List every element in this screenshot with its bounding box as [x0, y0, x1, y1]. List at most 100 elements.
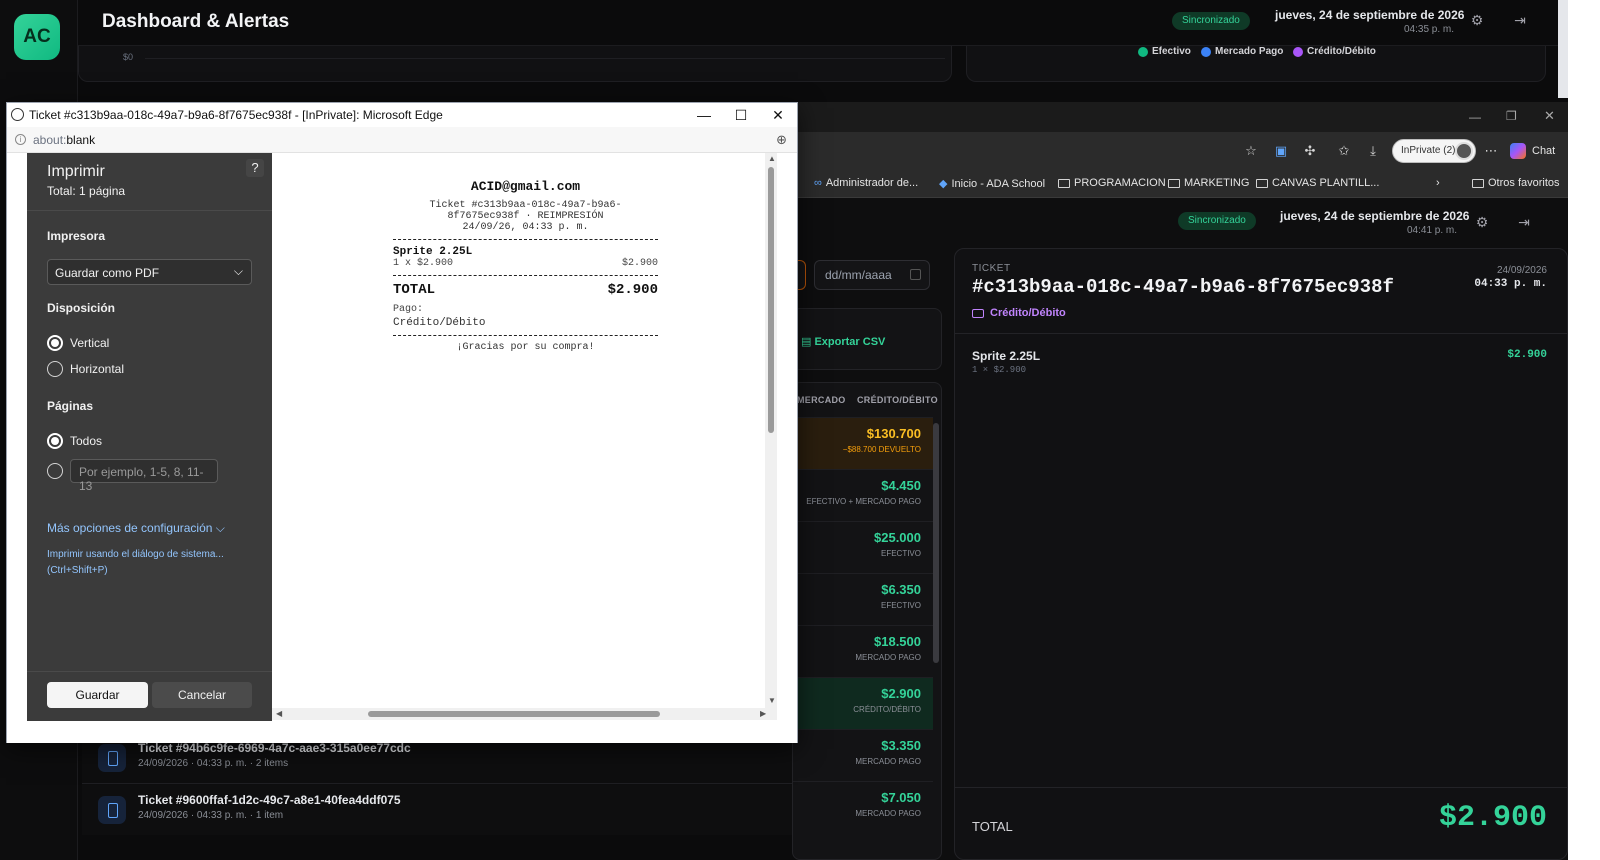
cancel-button[interactable]: Cancelar: [152, 682, 252, 708]
bookmark-marketing[interactable]: MARKETING: [1168, 177, 1249, 189]
pages-custom-radio[interactable]: [47, 463, 63, 479]
layout-horizontal-radio[interactable]: Horizontal: [47, 361, 124, 377]
url-text: about:blank: [33, 133, 96, 147]
table-row[interactable]: $130.700 −$88.700 DEVUELTO: [793, 417, 933, 469]
table-row[interactable]: $25.000 EFECTIVO: [793, 521, 933, 573]
preview-horizontal-scrollbar[interactable]: ◀ ▶: [272, 708, 777, 720]
extensions-icon[interactable]: ✣: [1302, 143, 1318, 159]
minimize-icon[interactable]: —: [1469, 110, 1481, 124]
zoom-icon[interactable]: ⊕: [776, 132, 787, 148]
pages-all-radio[interactable]: Todos: [47, 433, 102, 449]
copilot-chat-button[interactable]: Chat: [1510, 143, 1555, 159]
save-button[interactable]: Guardar: [47, 682, 148, 708]
logout-icon[interactable]: ⇥: [1516, 214, 1532, 230]
avatar: [1455, 142, 1473, 160]
close-icon[interactable]: ✕: [1544, 108, 1555, 124]
layout-vertical-radio[interactable]: Vertical: [47, 335, 109, 351]
table-row[interactable]: $6.350 EFECTIVO: [793, 573, 933, 625]
screen-edge: [1568, 0, 1600, 860]
print-settings-panel: Imprimir Total: 1 página ? Impresora Gua…: [27, 153, 272, 721]
more-settings-link[interactable]: Más opciones de configuración ⌵: [47, 521, 225, 536]
maximize-icon[interactable]: ☐: [732, 106, 750, 124]
print-title: Imprimir: [47, 163, 105, 180]
receipt-pay-label: Pago:: [393, 304, 424, 315]
window-title: Ticket #c313b9aa-018c-49a7-b9a6-8f7675ec…: [29, 108, 443, 122]
radio-unselected[interactable]: [47, 463, 63, 479]
folder-icon: [1256, 178, 1268, 188]
window-titlebar: Ticket #c313b9aa-018c-49a7-b9a6-8f7675ec…: [7, 103, 797, 127]
scroll-right-icon[interactable]: ▶: [760, 709, 766, 718]
bookmark-canvas[interactable]: CANVAS PLANTILL...: [1256, 177, 1379, 189]
download-icon[interactable]: ⤓: [1365, 143, 1381, 159]
radio-unselected[interactable]: [47, 361, 63, 377]
scroll-thumb[interactable]: [368, 711, 660, 717]
scroll-down-icon[interactable]: ▼: [768, 696, 776, 705]
column-header-credito: CRÉDITO/DÉBITO: [857, 395, 938, 405]
meta-icon: ∞: [814, 177, 822, 189]
scroll-up-icon[interactable]: ▲: [768, 154, 776, 163]
table-row[interactable]: $7.050 MERCADO PAGO: [793, 781, 933, 833]
card-icon: [972, 308, 984, 318]
star-icon[interactable]: ☆: [1243, 143, 1259, 159]
chart-axis-label: $0: [123, 52, 134, 62]
item-qty: 1 × $2.900: [972, 365, 1027, 375]
more-icon[interactable]: ⋯: [1483, 143, 1499, 159]
inprivate-button[interactable]: InPrivate (2): [1392, 139, 1476, 163]
table-scrollbar[interactable]: [933, 423, 939, 663]
preview-vertical-scrollbar[interactable]: ▲ ▼: [765, 153, 777, 708]
system-dialog-link[interactable]: Imprimir usando el diálogo de sistema...…: [47, 547, 224, 579]
bookmark-ada-school[interactable]: ◆ Inicio - ADA School: [939, 177, 1045, 191]
dashed-divider: [393, 335, 658, 336]
export-csv-button[interactable]: ▤ Exportar CSV: [801, 335, 885, 348]
edge-window-dashboard: — ❐ ✕ ☆ ▣ ✣ ✩ ⤓ InPrivate (2) ⋯ Chat ∞ Ad…: [792, 102, 1568, 860]
current-date: jueves, 24 de septiembre de 2026: [1275, 8, 1465, 22]
table-row[interactable]: $4.450 EFECTIVO + MERCADO PAGO: [793, 469, 933, 521]
print-preview: ACID@gmail.com Ticket #c313b9aa-018c-49a…: [272, 153, 765, 708]
gear-icon[interactable]: ⚙: [1474, 214, 1490, 230]
sales-table: MERCADO CRÉDITO/DÉBITO $130.700 −$88.700 …: [792, 382, 942, 860]
ticket-label: TICKET: [972, 263, 1011, 274]
help-icon[interactable]: ?: [246, 159, 264, 177]
printer-select[interactable]: Guardar como PDF ⌵: [47, 259, 252, 285]
page-range-input[interactable]: Por ejemplo, 1-5, 8, 11-13: [70, 459, 218, 493]
page-scrollbar[interactable]: [1558, 0, 1568, 98]
gear-icon[interactable]: ⚙: [1469, 12, 1485, 28]
file-icon: ▤: [801, 336, 815, 348]
bookmark-administrador[interactable]: ∞ Administrador de...: [814, 177, 918, 189]
ticket-date: 24/09/2026: [1496, 265, 1547, 276]
scroll-thumb[interactable]: [768, 167, 774, 433]
address-bar[interactable]: i about:blank ⊕: [7, 127, 797, 153]
table-row-selected[interactable]: $2.900 CRÉDITO/DÉBITO: [793, 677, 933, 729]
radio-selected[interactable]: [47, 335, 63, 351]
chevron-right-icon[interactable]: ›: [1436, 177, 1440, 189]
pages-label: Páginas: [47, 399, 94, 413]
close-icon[interactable]: ✕: [769, 106, 787, 124]
table-row[interactable]: $3.350 MERCADO PAGO: [793, 729, 933, 781]
app-logo[interactable]: AC: [14, 14, 60, 60]
bookmark-programacion[interactable]: PROGRAMACION: [1058, 177, 1166, 189]
info-icon[interactable]: i: [15, 134, 26, 145]
logout-icon[interactable]: ⇥: [1512, 12, 1528, 28]
browser-content: Sincronizado jueves, 24 de septiembre de…: [792, 198, 1568, 860]
receipt-pay-value: Crédito/Débito: [393, 317, 486, 329]
radio-selected[interactable]: [47, 433, 63, 449]
receipt-item-line: 1 x $2.900 $2.900: [393, 258, 658, 269]
table-row[interactable]: $18.500 MERCADO PAGO: [793, 625, 933, 677]
page-title: Dashboard & Alertas: [102, 11, 290, 32]
scroll-left-icon[interactable]: ◀: [276, 709, 282, 718]
extension-icon[interactable]: ▣: [1273, 143, 1289, 159]
chart-card: $0: [78, 46, 952, 82]
total-label: TOTAL: [972, 819, 1013, 834]
favorites-icon[interactable]: ✩: [1336, 143, 1352, 159]
calendar-icon[interactable]: [910, 269, 921, 280]
sync-badge: Sincronizado: [1178, 212, 1256, 230]
ticket-meta: 24/09/2026 · 04:33 p. m. · 1 item: [138, 810, 284, 821]
ticket-id: #c313b9aa-018c-49a7-b9a6-8f7675ec938f: [972, 276, 1394, 298]
date-to-input[interactable]: dd/mm/aaaa: [814, 260, 930, 290]
minimize-icon[interactable]: —: [695, 106, 713, 124]
receipt-email: ACID@gmail.com: [470, 179, 581, 194]
divider: [955, 333, 1567, 334]
bookmark-otros-favoritos[interactable]: Otros favoritos: [1472, 177, 1560, 189]
restore-icon[interactable]: ❐: [1506, 109, 1517, 123]
legend-credito-debito: Crédito/Débito: [1293, 46, 1376, 57]
